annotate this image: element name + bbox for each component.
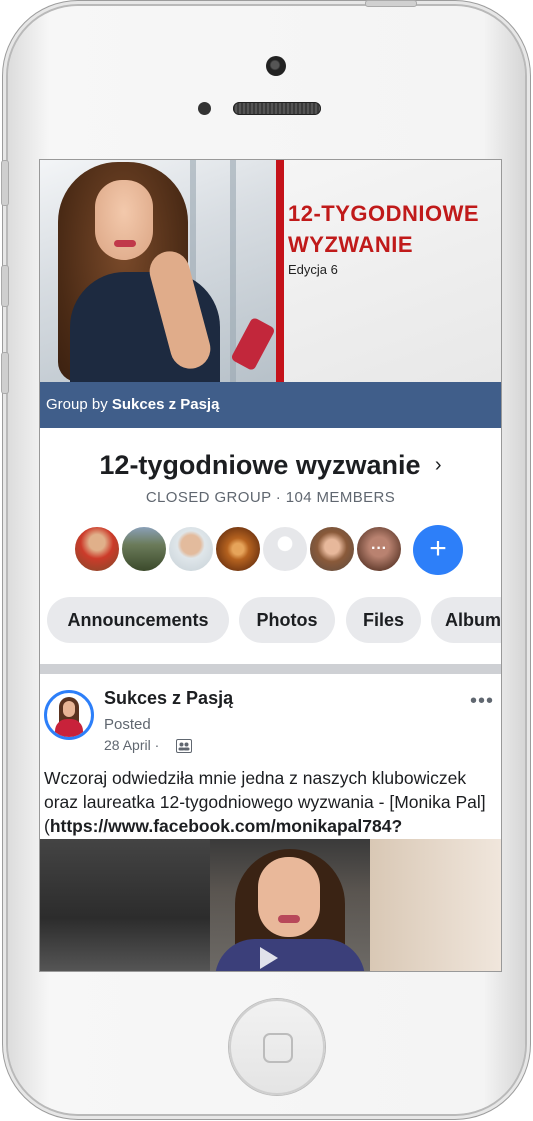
tab-announcements[interactable]: Announcements (47, 597, 229, 643)
member-avatar[interactable] (120, 525, 168, 573)
mute-switch (1, 160, 9, 206)
plus-icon: + (429, 532, 447, 565)
post-more-button[interactable]: ••• (470, 690, 494, 713)
more-members-avatar[interactable]: ··· (355, 525, 403, 573)
member-avatars[interactable]: ··· + (73, 525, 473, 575)
member-avatar[interactable] (308, 525, 356, 573)
member-avatar[interactable] (214, 525, 262, 573)
power-button (365, 0, 417, 7)
post-author-name[interactable]: Sukces z Pasją (104, 688, 233, 709)
cover-title: 12-TYGODNIOWE WYZWANIE (288, 201, 480, 257)
cover-subtitle: Edycja 6 (288, 262, 338, 277)
post-video[interactable] (40, 839, 501, 971)
post-author-avatar[interactable] (44, 690, 94, 740)
post-date[interactable]: 28 April · (104, 737, 159, 753)
post-link[interactable]: https://www.facebook.com/monikapal784? (50, 816, 402, 836)
group-title: 12-tygodniowe wyzwanie (99, 450, 421, 480)
cover-photo (40, 160, 276, 382)
speaker-grille (233, 102, 321, 115)
group-audience-icon (176, 739, 192, 753)
tab-albums[interactable]: Albums (431, 597, 501, 643)
group-title-row[interactable]: 12-tygodniowe wyzwanie › (40, 450, 501, 481)
add-member-button[interactable]: + (413, 525, 463, 575)
volume-up-button (1, 265, 9, 307)
group-by-prefix: Group by (46, 396, 108, 413)
home-square-icon (263, 1033, 293, 1063)
member-avatar-placeholder[interactable] (261, 525, 309, 573)
app-screen: 12-TYGODNIOWE WYZWANIE Edycja 6 Group by… (39, 159, 502, 972)
group-by-name[interactable]: Sukces z Pasją (112, 396, 220, 413)
play-icon[interactable] (260, 947, 278, 969)
group-tabs: Announcements Photos Files Albums (47, 597, 501, 643)
post-text: Wczoraj odwiedziła mnie jedna z naszych … (44, 766, 499, 838)
group-by-bar[interactable]: Group by Sukces z Pasją (40, 382, 501, 428)
post-posted-label: Posted (104, 716, 151, 733)
tab-files[interactable]: Files (346, 597, 421, 643)
more-members-icon: ··· (371, 540, 387, 557)
cover-red-bar (276, 160, 284, 382)
group-meta: CLOSED GROUP · 104 MEMBERS (145, 489, 396, 506)
chevron-right-icon: › (434, 454, 442, 476)
camera-icon (266, 56, 286, 76)
section-divider (40, 664, 501, 674)
home-button[interactable] (229, 999, 325, 1095)
tab-photos[interactable]: Photos (239, 597, 335, 643)
volume-down-button (1, 352, 9, 394)
sensor-icon (198, 102, 211, 115)
group-cover[interactable]: 12-TYGODNIOWE WYZWANIE Edycja 6 (40, 160, 501, 382)
member-avatar[interactable] (167, 525, 215, 573)
member-avatar[interactable] (73, 525, 121, 573)
